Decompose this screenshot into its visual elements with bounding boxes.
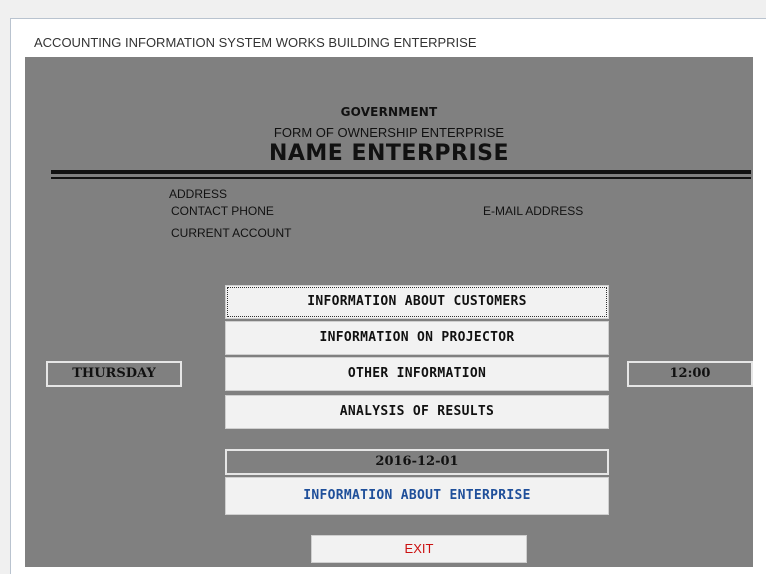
contact-phone-label: CONTACT PHONE (171, 204, 274, 218)
exit-button[interactable]: EXIT (311, 535, 527, 563)
day-of-week-display: THURSDAY (46, 361, 182, 387)
projector-info-button[interactable]: INFORMATION ON PROJECTOR (225, 321, 609, 355)
analysis-results-button[interactable]: ANALYSIS OF RESULTS (225, 395, 609, 429)
window-title: ACCOUNTING INFORMATION SYSTEM WORKS BUIL… (34, 35, 477, 50)
time-display: 12:00 (627, 361, 753, 387)
main-panel: GOVERNMENT FORM OF OWNERSHIP ENTERPRISE … (25, 57, 753, 567)
header-divider-thin (51, 177, 751, 179)
current-account-label: CURRENT ACCOUNT (171, 226, 292, 240)
address-label: ADDRESS (169, 187, 228, 201)
email-address-label: E-MAIL ADDRESS (483, 204, 584, 218)
form-of-ownership-heading: FORM OF OWNERSHIP ENTERPRISE (273, 125, 505, 140)
enterprise-name-heading: NAME ENTERPRISE (268, 141, 510, 166)
enterprise-info-button[interactable]: INFORMATION ABOUT ENTERPRISE (225, 477, 609, 515)
date-display: 2016-12-01 (225, 449, 609, 475)
app-window: ACCOUNTING INFORMATION SYSTEM WORKS BUIL… (10, 18, 766, 574)
header-divider-thick (51, 170, 751, 174)
other-info-button[interactable]: OTHER INFORMATION (225, 357, 609, 391)
customers-info-button[interactable]: INFORMATION ABOUT CUSTOMERS (225, 285, 609, 319)
government-heading: GOVERNMENT (340, 105, 438, 119)
